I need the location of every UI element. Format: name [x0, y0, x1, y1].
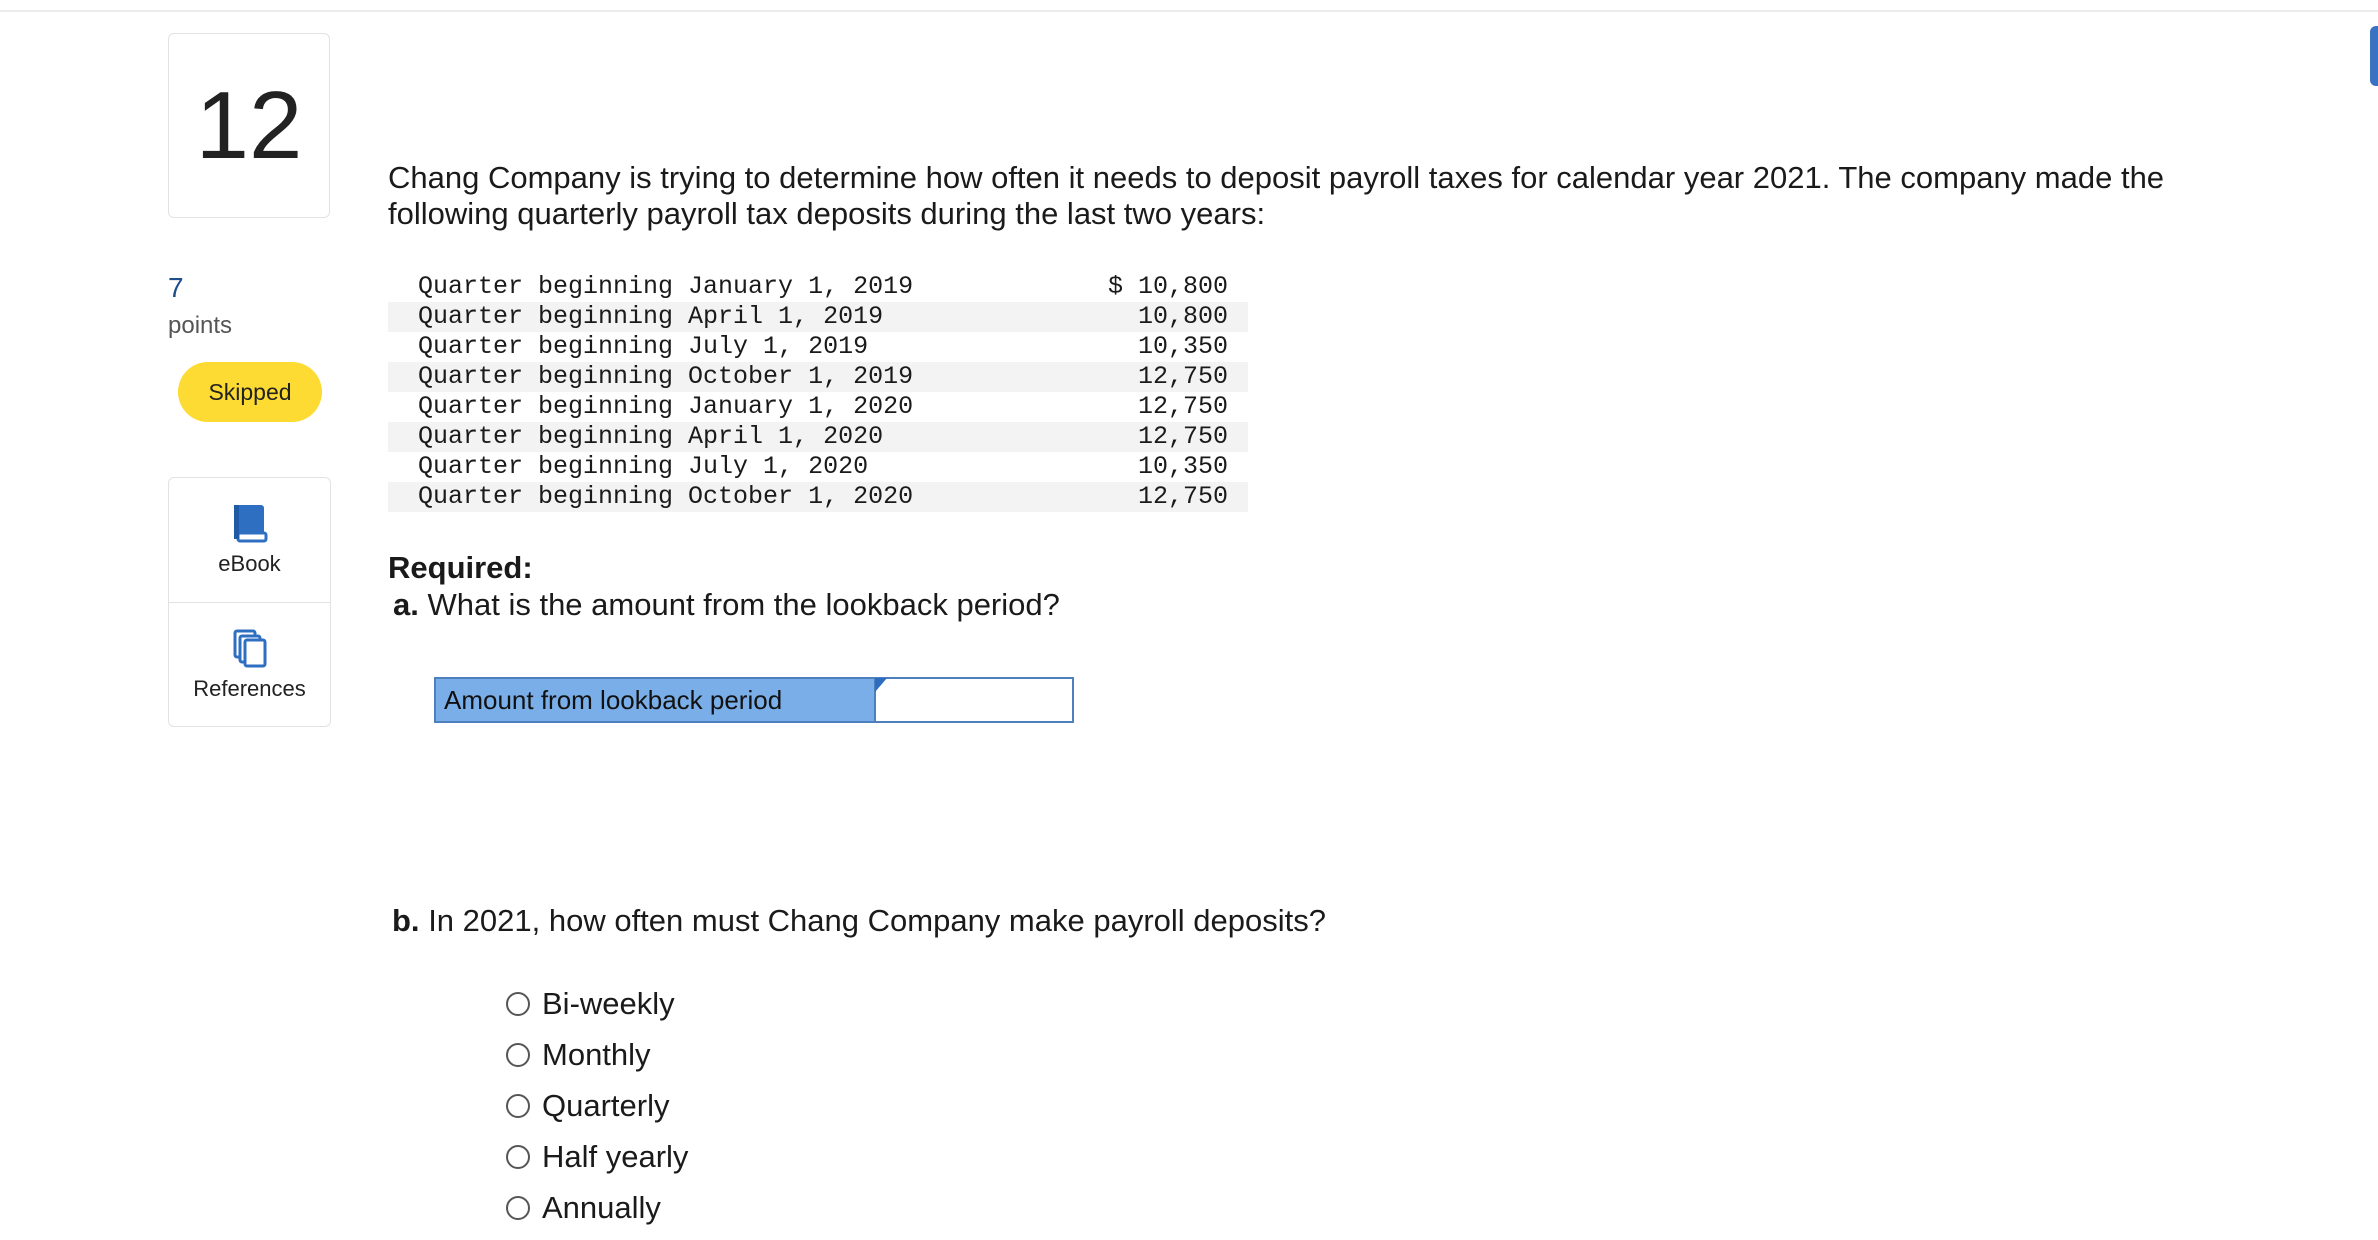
- table-row: Quarter beginning July 1, 2019 10,350: [388, 332, 1248, 362]
- references-label: References: [193, 676, 306, 701]
- table-row: Quarter beginning October 1, 2020 12,750: [388, 482, 1248, 512]
- part-a-question: a. What is the amount from the lookback …: [393, 587, 1060, 623]
- deposit-amount: 12,750: [1137, 392, 1228, 421]
- table-row: Quarter beginning January 1, 2019 $ 10,80…: [388, 272, 1248, 302]
- option-quarterly[interactable]: Quarterly: [506, 1080, 688, 1131]
- deposit-amount: 12,750: [1058, 422, 1248, 452]
- deposit-label: Quarter beginning January 1, 2019: [418, 272, 914, 301]
- deposit-amount: 12,750: [1058, 362, 1248, 392]
- deposit-label: Quarter beginning April 1, 2020: [388, 422, 1058, 452]
- option-label: Monthly: [542, 1036, 651, 1072]
- table-row: Quarter beginning April 1, 2019 10,800: [388, 302, 1248, 332]
- points-label: points: [168, 312, 233, 339]
- answer-label: Amount from lookback period: [434, 677, 874, 723]
- answer-cell[interactable]: [874, 677, 1074, 723]
- radio-button[interactable]: [506, 991, 530, 1016]
- ebook-button[interactable]: eBook: [169, 478, 330, 602]
- part-b-prefix: b.: [392, 903, 420, 938]
- part-b-question: b. In 2021, how often must Chang Company…: [392, 903, 1326, 939]
- radio-button[interactable]: [506, 1093, 530, 1118]
- lookback-amount-input[interactable]: [876, 679, 1072, 721]
- option-bi-weekly[interactable]: Bi-weekly: [506, 978, 688, 1029]
- radio-button[interactable]: [506, 1042, 530, 1067]
- answer-row: Amount from lookback period: [434, 677, 1074, 723]
- table-row: Quarter beginning July 1, 2020 10,350: [388, 452, 1248, 482]
- deposit-label: Quarter beginning October 1, 2019: [388, 362, 1058, 392]
- book-icon: [233, 505, 267, 543]
- deposit-label: Quarter beginning January 1, 2020: [418, 392, 914, 421]
- option-half-yearly[interactable]: Half yearly: [506, 1131, 688, 1182]
- copy-icon: [233, 629, 266, 668]
- deposit-label: Quarter beginning April 1, 2019: [388, 302, 1058, 332]
- top-divider: [0, 10, 2378, 12]
- deposits-table: Quarter beginning January 1, 2019 $ 10,80…: [388, 272, 1248, 512]
- deposit-amount: 10,350: [1137, 332, 1228, 361]
- option-label: Bi-weekly: [542, 985, 675, 1021]
- deposit-frequency-options: Bi-weekly Monthly Quarterly Half yearly …: [506, 978, 688, 1233]
- question-text: Chang Company is trying to determine how…: [388, 160, 2165, 231]
- table-row: Quarter beginning April 1, 2020 12,750: [388, 422, 1248, 452]
- option-label: Annually: [542, 1189, 661, 1225]
- part-a-text: What is the amount from the lookback per…: [427, 587, 1060, 622]
- part-b-text: In 2021, how often must Chang Company ma…: [428, 903, 1326, 938]
- required-heading: Required:: [388, 550, 533, 585]
- references-button[interactable]: References: [169, 602, 330, 726]
- option-label: Quarterly: [542, 1087, 670, 1123]
- points-value: 7: [168, 272, 184, 303]
- status-badge: Skipped: [178, 362, 322, 422]
- cell-flag-icon: [875, 678, 887, 692]
- deposit-amount: 10,800: [1058, 302, 1248, 332]
- deposit-label: Quarter beginning July 1, 2019: [418, 332, 869, 361]
- radio-button[interactable]: [506, 1195, 530, 1220]
- option-annually[interactable]: Annually: [506, 1182, 688, 1233]
- option-monthly[interactable]: Monthly: [506, 1029, 688, 1080]
- deposit-amount: $ 10,800: [1107, 272, 1228, 301]
- part-a-prefix: a.: [393, 587, 419, 622]
- question-number: 12: [168, 33, 330, 218]
- deposit-amount: 12,750: [1058, 482, 1248, 512]
- deposit-label: Quarter beginning October 1, 2020: [388, 482, 1058, 512]
- table-row: Quarter beginning January 1, 2020 12,750: [388, 392, 1248, 422]
- side-scroll-tab[interactable]: [2370, 26, 2378, 86]
- radio-button[interactable]: [506, 1144, 530, 1169]
- deposit-label: Quarter beginning July 1, 2020: [418, 452, 869, 481]
- table-row: Quarter beginning October 1, 2019 12,750: [388, 362, 1248, 392]
- ebook-label: eBook: [218, 551, 281, 576]
- deposit-amount: 10,350: [1137, 452, 1228, 481]
- resources-panel: eBook References: [168, 477, 331, 727]
- option-label: Half yearly: [542, 1138, 689, 1174]
